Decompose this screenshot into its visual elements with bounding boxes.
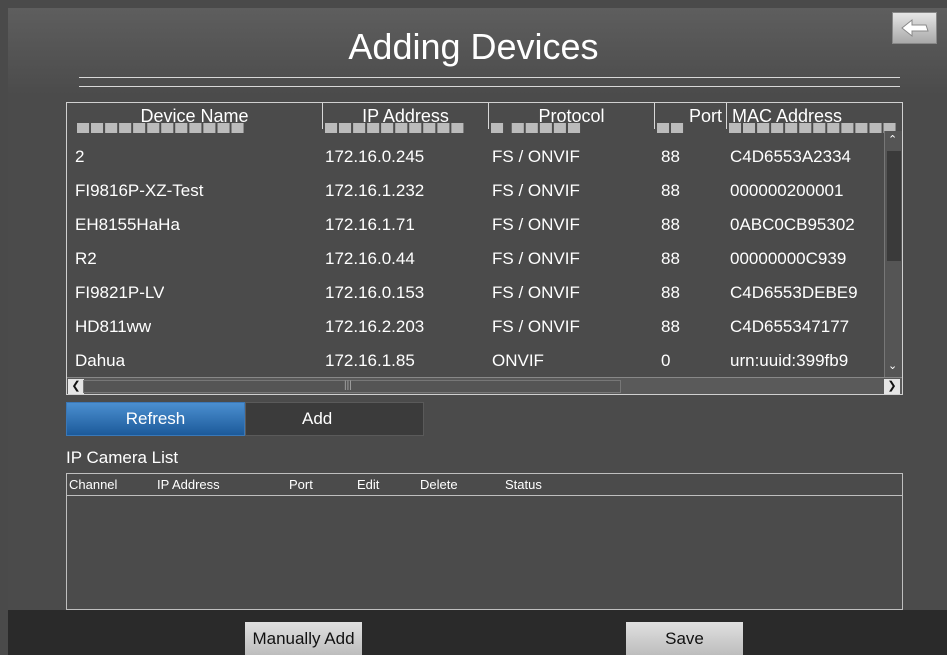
mac-address-cell: urn:uuid:399fb9 (730, 351, 849, 370)
mac-address-cell: 00000000C939 (730, 249, 847, 268)
camera-list-title: IP Camera List (66, 448, 179, 467)
protocol-cell: FS / ONVIF (492, 249, 580, 268)
horizontal-scrollbar[interactable]: ❮ ||| ❯ (67, 377, 902, 394)
column-header: Edit (357, 477, 380, 492)
ip-address-cell: 172.16.0.44 (325, 249, 415, 268)
column-divider[interactable] (726, 103, 727, 129)
column-header: Status (505, 477, 542, 492)
port-cell: 88 (661, 215, 680, 234)
ip-address-cell: 172.16.1.85 (325, 351, 415, 370)
footer-bar (8, 610, 947, 655)
manually-add-button[interactable]: Manually Add (245, 622, 362, 655)
protocol-cell: FS / ONVIF (492, 147, 580, 166)
chevron-up-icon[interactable]: ⌃ (888, 133, 897, 146)
ip-address-cell: 172.16.0.245 (325, 147, 425, 166)
port-cell: 88 (661, 317, 680, 336)
back-button[interactable] (892, 12, 937, 44)
ip-address-cell: 172.16.1.232 (325, 181, 425, 200)
column-header[interactable]: IP Address (323, 103, 488, 129)
table-row[interactable]: R2 172.16.0.44 FS / ONVIF 88 00000000C93… (67, 242, 887, 276)
port-cell: 88 (661, 283, 680, 302)
port-cell: 88 (661, 249, 680, 268)
scrollbar-thumb[interactable]: ||| (83, 380, 621, 393)
ip-address-cell: 172.16.0.153 (325, 283, 425, 302)
camera-list-table: Channel IP Address Port Edit Delete Stat… (66, 473, 903, 610)
protocol-cell: FS / ONVIF (492, 317, 580, 336)
table-row[interactable]: 2 172.16.0.245 FS / ONVIF 88 C4D6553A233… (67, 140, 887, 174)
scrollbar-thumb[interactable] (887, 151, 901, 261)
title-divider (79, 86, 900, 87)
column-header[interactable]: Port (655, 103, 726, 129)
column-header: Port (289, 477, 313, 492)
device-name-cell: Dahua (75, 351, 126, 370)
table-row[interactable]: EH8155HaHa 172.16.1.71 FS / ONVIF 88 0AB… (67, 208, 887, 242)
port-cell: 88 (661, 147, 680, 166)
mac-address-cell: C4D6553DEBE9 (730, 283, 858, 302)
mac-address-cell: 000000200001 (730, 181, 844, 200)
vertical-scrollbar[interactable]: ⌃ ⌄ (884, 131, 902, 377)
column-header: Channel (69, 477, 118, 492)
protocol-cell: ONVIF (492, 351, 544, 370)
device-name-cell: 2 (75, 147, 85, 166)
ip-address-cell: 172.16.2.203 (325, 317, 425, 336)
save-button[interactable]: Save (626, 622, 743, 655)
column-header[interactable]: Protocol (489, 103, 654, 129)
column-header[interactable]: Device Name (67, 103, 322, 129)
table-row[interactable]: HD811ww 172.16.2.203 FS / ONVIF 88 C4D65… (67, 310, 887, 344)
scroll-right-icon[interactable]: ❯ (884, 379, 900, 394)
camera-list-header: Channel IP Address Port Edit Delete Stat… (67, 474, 902, 496)
page-title: Adding Devices (348, 26, 599, 67)
device-name-cell: FI9816P-XZ-Test (75, 181, 204, 200)
device-name-cell: R2 (75, 249, 97, 268)
mac-address-cell: C4D655347177 (730, 317, 850, 336)
grip-icon: ||| (344, 380, 352, 391)
port-cell: 0 (661, 351, 671, 370)
column-header: IP Address (157, 477, 220, 492)
back-arrow-icon (900, 18, 929, 38)
refresh-button[interactable]: Refresh (66, 402, 245, 436)
protocol-cell: FS / ONVIF (492, 283, 580, 302)
device-table-header: Device Name IP Address Protocol Port MAC… (67, 103, 902, 129)
table-row[interactable]: FI9816P-XZ-Test 172.16.1.232 FS / ONVIF … (67, 174, 887, 208)
device-name-cell: HD811ww (75, 317, 152, 336)
column-header: Delete (420, 477, 458, 492)
add-button[interactable]: Add (245, 402, 424, 436)
table-row[interactable]: Dahua 172.16.1.85 ONVIF 0 urn:uuid:399fb… (67, 344, 887, 378)
device-table: ████████████ ██████████ █ █████ ██ █████… (66, 102, 903, 395)
column-header[interactable]: MAC Address (732, 103, 892, 129)
ip-address-cell: 172.16.1.71 (325, 215, 415, 234)
title-divider (79, 77, 900, 78)
table-row[interactable]: FI9821P-LV 172.16.0.153 FS / ONVIF 88 C4… (67, 276, 887, 310)
device-name-cell: FI9821P-LV (75, 283, 165, 302)
protocol-cell: FS / ONVIF (492, 181, 580, 200)
port-cell: 88 (661, 181, 680, 200)
chevron-down-icon[interactable]: ⌄ (888, 359, 897, 372)
mac-address-cell: 0ABC0CB95302 (730, 215, 855, 234)
device-name-cell: EH8155HaHa (75, 215, 180, 234)
scroll-left-icon[interactable]: ❮ (68, 379, 84, 394)
mac-address-cell: C4D6553A2334 (730, 147, 851, 166)
protocol-cell: FS / ONVIF (492, 215, 580, 234)
